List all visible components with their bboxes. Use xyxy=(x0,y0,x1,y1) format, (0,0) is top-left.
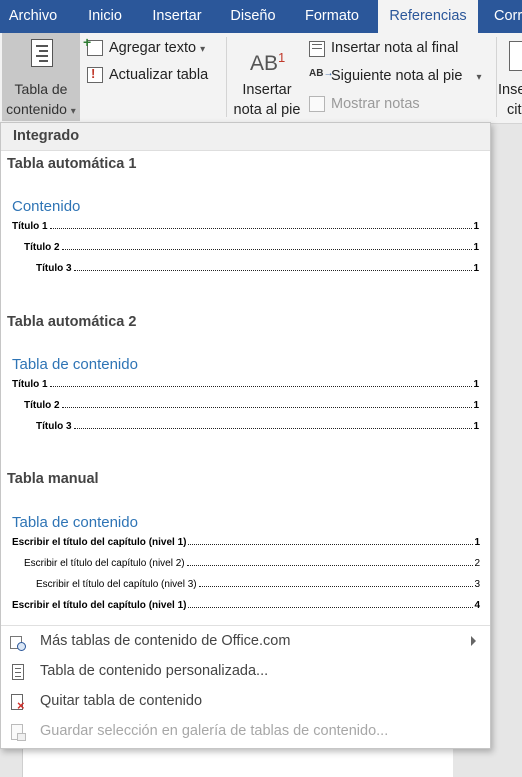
toc-preview-entry: Título 31 xyxy=(36,263,479,274)
tab-insertar[interactable]: Insertar xyxy=(142,0,212,33)
custom-toc-icon xyxy=(10,664,26,681)
custom-toc-item[interactable]: Tabla de contenido personalizada... xyxy=(1,658,488,686)
toc-button-label-2: contenido xyxy=(6,101,67,117)
add-text-label: Agregar texto xyxy=(109,40,197,56)
toc-option-title: Tabla manual xyxy=(7,471,99,487)
update-table-icon: ! xyxy=(87,66,103,83)
ribbon-panel: Tabla de contenido ▾ + Agregar texto ▾ !… xyxy=(0,33,522,124)
ribbon-tab-bar: Archivo Inicio Insertar Diseño Formato R… xyxy=(0,0,522,33)
add-text-icon: + xyxy=(83,34,103,56)
chevron-down-icon: ▾ xyxy=(70,106,76,117)
toc-preview-heading: Contenido xyxy=(12,198,81,215)
tab-referencias[interactable]: Referencias xyxy=(378,0,478,33)
save-selection-item[interactable]: Guardar selección en galería de tablas d… xyxy=(1,718,488,746)
next-footnote-label: Siguiente nota al pie xyxy=(331,68,463,84)
more-tables-office-item[interactable]: Más tablas de contenido de Office.com xyxy=(1,628,488,656)
footnote-icon: AB1 xyxy=(250,50,286,75)
insert-footnote-label-1[interactable]: Insertar xyxy=(226,82,308,98)
tab-correspondencia[interactable]: Corr xyxy=(486,0,522,33)
chevron-down-icon: ▾ xyxy=(476,72,482,83)
gallery-group-header: Integrado xyxy=(1,123,490,151)
insert-citation-label-1[interactable]: Inse xyxy=(498,82,522,98)
toc-preview-entry: Título 21 xyxy=(24,400,479,411)
custom-toc-label: Tabla de contenido personalizada... xyxy=(40,663,269,679)
toc-preview-entry: Título 31 xyxy=(36,421,479,432)
tab-formato[interactable]: Formato xyxy=(295,0,369,33)
toc-button[interactable]: Tabla de contenido ▾ xyxy=(2,33,80,121)
remove-toc-icon: × xyxy=(10,694,26,712)
next-footnote-icon: AB→ xyxy=(309,68,334,79)
endnote-icon xyxy=(309,41,325,57)
save-selection-label: Guardar selección en galería de tablas d… xyxy=(40,723,389,739)
toc-preview-heading: Tabla de contenido xyxy=(12,514,138,531)
toc-gallery-dropdown: Integrado Tabla automática 1 Contenido T… xyxy=(0,122,491,749)
gallery-group-header-label: Integrado xyxy=(13,128,80,144)
next-footnote-button[interactable]: Siguiente nota al pie ▾ xyxy=(331,68,481,84)
tab-diseno[interactable]: Diseño xyxy=(220,0,286,33)
update-table-button[interactable]: Actualizar tabla xyxy=(109,67,208,83)
submenu-arrow-icon xyxy=(471,636,476,646)
remove-toc-label: Quitar tabla de contenido xyxy=(40,693,203,709)
tab-archivo[interactable]: Archivo xyxy=(0,0,66,33)
menu-separator xyxy=(1,625,490,626)
toc-document-icon xyxy=(31,39,53,67)
toc-preview-entry: Escribir el título del capítulo (nivel 2… xyxy=(24,558,480,569)
toc-preview-entry: Escribir el título del capítulo (nivel 1… xyxy=(12,537,480,548)
insert-endnote-button[interactable]: Insertar nota al final xyxy=(331,40,458,56)
add-text-button[interactable]: Agregar texto ▾ xyxy=(109,40,205,56)
toc-preview-heading: Tabla de contenido xyxy=(12,356,138,373)
toc-option-title: Tabla automática 2 xyxy=(7,314,137,330)
toc-preview-entry: Escribir el título del capítulo (nivel 3… xyxy=(36,579,480,590)
show-notes-icon xyxy=(309,96,325,112)
insert-footnote-label-2[interactable]: nota al pie xyxy=(226,102,308,118)
toc-button-label-1: Tabla de xyxy=(14,81,68,97)
toc-option-title: Tabla automática 1 xyxy=(7,156,137,172)
toc-preview-entry: Escribir el título del capítulo (nivel 1… xyxy=(12,600,480,611)
chevron-down-icon: ▾ xyxy=(200,44,206,55)
toc-preview-entry: Título 11 xyxy=(12,379,479,390)
tab-inicio[interactable]: Inicio xyxy=(72,0,138,33)
save-gallery-icon xyxy=(10,724,26,741)
ribbon-separator xyxy=(496,37,497,117)
more-tables-office-label: Más tablas de contenido de Office.com xyxy=(40,633,291,649)
insert-citation-label-2[interactable]: cit xyxy=(507,102,522,118)
toc-preview-entry: Título 11 xyxy=(12,221,479,232)
office-online-icon xyxy=(10,634,26,651)
remove-toc-item[interactable]: × Quitar tabla de contenido xyxy=(1,688,488,716)
toc-preview-entry: Título 21 xyxy=(24,242,479,253)
insert-citation-icon xyxy=(509,41,522,71)
show-notes-button[interactable]: Mostrar notas xyxy=(331,96,420,112)
